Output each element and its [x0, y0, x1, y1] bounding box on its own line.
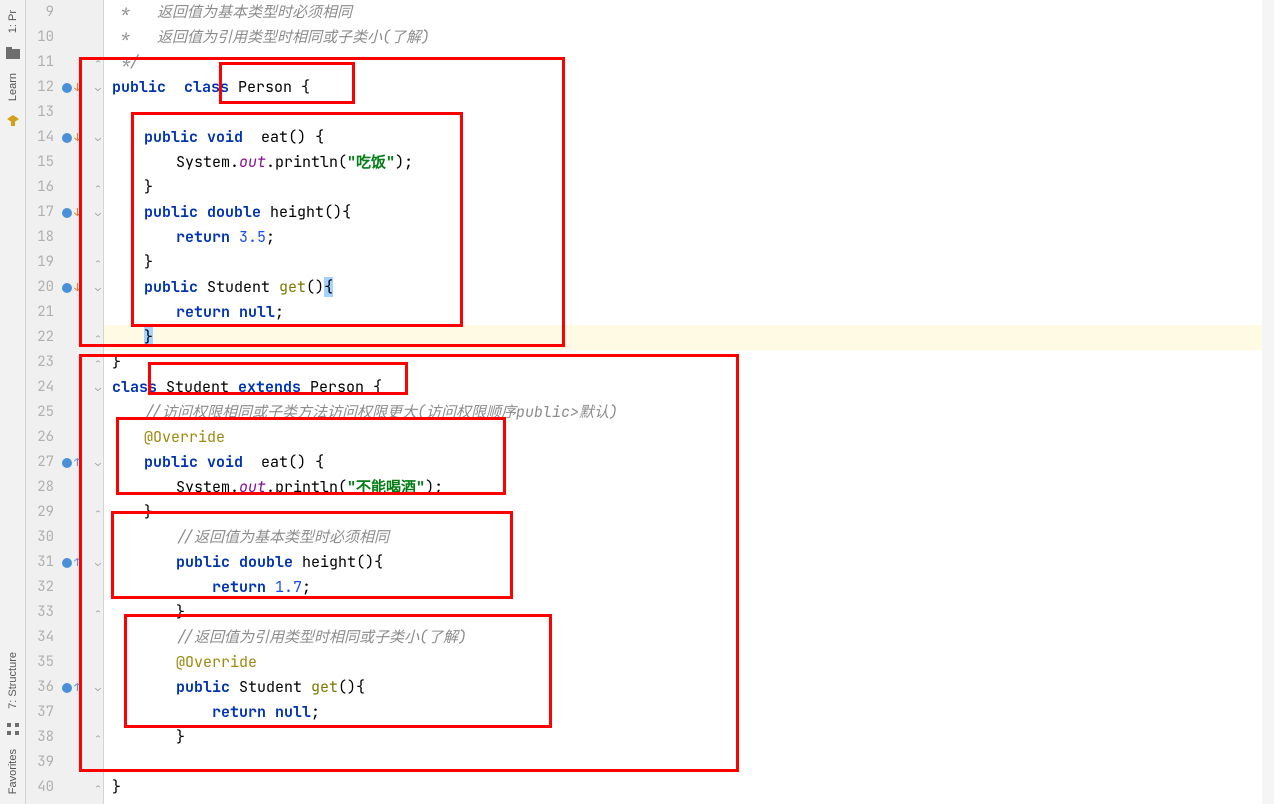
fold-marker[interactable]: ⌄	[92, 375, 104, 400]
fold-marker[interactable]: ⌄	[92, 200, 104, 225]
scrollbar-vertical[interactable]	[1262, 0, 1274, 804]
line-number[interactable]: 15	[26, 150, 58, 175]
code-line[interactable]: }	[104, 350, 121, 375]
code-line[interactable]: return null;	[104, 700, 320, 725]
code-line[interactable]: System.out.println("不能喝酒");	[104, 475, 443, 500]
line-number[interactable]: 18	[26, 225, 58, 250]
fold-marker[interactable]: ⌄	[92, 75, 104, 100]
line-number[interactable]: 9	[26, 0, 58, 25]
code-line[interactable]: */	[104, 50, 139, 75]
code-line[interactable]: return 3.5;	[104, 225, 275, 250]
code-line[interactable]: * 返回值为引用类型时相同或子类小(了解)	[104, 25, 430, 50]
line-number[interactable]: 22	[26, 325, 58, 350]
code-line[interactable]: public double height(){	[104, 200, 351, 225]
line-number[interactable]: 11	[26, 50, 58, 75]
line-number[interactable]: 30	[26, 525, 58, 550]
left-toolbar: 1: Pr Learn 7: Structure Favorites	[0, 0, 26, 804]
line-number[interactable]: 19	[26, 250, 58, 275]
fold-marker[interactable]: ⌃	[92, 175, 104, 200]
code-line[interactable]: //返回值为基本类型时必须相同	[104, 525, 389, 550]
line-number[interactable]: 17	[26, 200, 58, 225]
code-line[interactable]: }	[104, 725, 185, 750]
line-number[interactable]: 32	[26, 575, 58, 600]
code-line[interactable]: class Student extends Person {	[104, 375, 382, 400]
code-line[interactable]: @Override	[104, 650, 257, 675]
line-number[interactable]: 13	[26, 100, 58, 125]
project-tool[interactable]: 1: Pr	[7, 2, 19, 41]
line-number[interactable]: 23	[26, 350, 58, 375]
fold-marker[interactable]: ⌄	[92, 125, 104, 150]
fold-marker[interactable]: ⌃	[92, 50, 104, 75]
fold-marker[interactable]: ⌄	[92, 550, 104, 575]
code-line[interactable]: //返回值为引用类型时相同或子类小(了解)	[104, 625, 467, 650]
line-number[interactable]: 31	[26, 550, 58, 575]
code-line[interactable]: return 1.7;	[104, 575, 311, 600]
line-number[interactable]: 35	[26, 650, 58, 675]
learn-tool[interactable]: Learn	[7, 65, 19, 109]
code-line[interactable]: }	[104, 325, 1274, 350]
code-line[interactable]: }	[104, 775, 121, 800]
code-line[interactable]: System.out.println("吃饭");	[104, 150, 413, 175]
line-number[interactable]: 24	[26, 375, 58, 400]
learn-icon[interactable]	[5, 113, 21, 129]
line-number[interactable]: 14	[26, 125, 58, 150]
fold-marker[interactable]: ⌄	[92, 275, 104, 300]
code-line[interactable]: }	[104, 175, 153, 200]
line-number[interactable]: 27	[26, 450, 58, 475]
structure-icon[interactable]	[5, 721, 21, 737]
fold-marker[interactable]: ⌃	[92, 325, 104, 350]
code-line[interactable]: public Student get(){	[104, 275, 333, 300]
fold-marker[interactable]: ⌃	[92, 250, 104, 275]
code-line[interactable]: public double height(){	[104, 550, 383, 575]
code-line[interactable]: return null;	[104, 300, 284, 325]
structure-tool[interactable]: 7: Structure	[7, 644, 19, 717]
fold-marker[interactable]: ⌃	[92, 500, 104, 525]
code-line[interactable]: public class Person {	[104, 75, 310, 100]
line-number[interactable]: 25	[26, 400, 58, 425]
code-line[interactable]: //访问权限相同或子类方法访问权限更大(访问权限顺序public>默认)	[104, 400, 618, 425]
line-number[interactable]: 21	[26, 300, 58, 325]
code-line[interactable]: public Student get(){	[104, 675, 365, 700]
line-number[interactable]: 34	[26, 625, 58, 650]
code-line[interactable]: }	[104, 600, 185, 625]
fold-marker[interactable]: ⌃	[92, 725, 104, 750]
code-line[interactable]: @Override	[104, 425, 225, 450]
line-number[interactable]: 37	[26, 700, 58, 725]
line-number[interactable]: 39	[26, 750, 58, 775]
code-line[interactable]: * 返回值为基本类型时必须相同	[104, 0, 352, 25]
line-number[interactable]: 16	[26, 175, 58, 200]
line-number[interactable]: 26	[26, 425, 58, 450]
line-number[interactable]: 20	[26, 275, 58, 300]
line-number[interactable]: 28	[26, 475, 58, 500]
line-number[interactable]: 40	[26, 775, 58, 800]
code-line[interactable]: public void eat() {	[104, 125, 324, 150]
line-number[interactable]: 12	[26, 75, 58, 100]
line-number[interactable]: 38	[26, 725, 58, 750]
fold-marker[interactable]: ⌄	[92, 675, 104, 700]
folder-icon[interactable]	[5, 45, 21, 61]
fold-marker[interactable]: ⌃	[92, 775, 104, 800]
fold-marker[interactable]: ⌄	[92, 450, 104, 475]
line-number[interactable]: 10	[26, 25, 58, 50]
line-number[interactable]: 33	[26, 600, 58, 625]
line-number[interactable]: 29	[26, 500, 58, 525]
fold-marker[interactable]: ⌃	[92, 350, 104, 375]
fold-marker[interactable]: ⌃	[92, 600, 104, 625]
code-line[interactable]: public void eat() {	[104, 450, 324, 475]
line-number[interactable]: 36	[26, 675, 58, 700]
code-line[interactable]: }	[104, 500, 153, 525]
code-line[interactable]: }	[104, 250, 153, 275]
favorites-tool[interactable]: Favorites	[7, 741, 19, 802]
